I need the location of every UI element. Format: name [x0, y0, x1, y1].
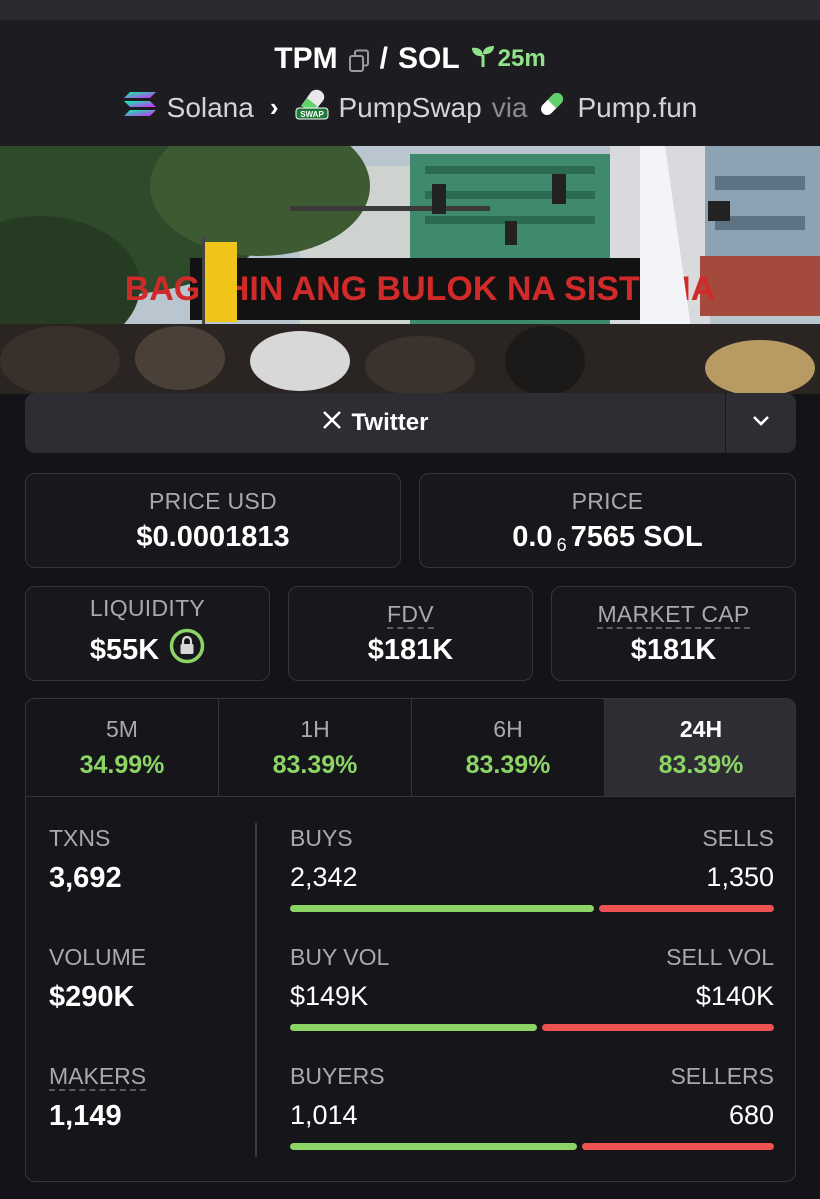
tab-5m[interactable]: 5M 34.99%: [26, 699, 219, 796]
quote-symbol: SOL: [397, 42, 460, 75]
twitter-label: Twitter: [351, 409, 429, 436]
txns-label: TXNS: [49, 825, 111, 851]
buys-label: BUYS: [290, 825, 353, 851]
sell-vol-value: $140K: [695, 981, 774, 1011]
buy-vol-value: $149K: [290, 981, 369, 1011]
sellers-label: SELLERS: [670, 1063, 774, 1089]
pair-header: TPM / SOL 25m Solana › SWAP PumpSwap via…: [0, 20, 820, 146]
tab-6h[interactable]: 6H 83.39%: [412, 699, 605, 796]
buyers-sellers-stat: BUYERS SELLERS 1,014 680: [290, 1063, 774, 1150]
market-cap-value: $181K: [630, 633, 717, 666]
price-native-prefix: 0.0: [512, 520, 553, 553]
liquidity-label: LIQUIDITY: [89, 595, 206, 621]
timeframe-stats-panel: 5M 34.99% 1H 83.39% 6H 83.39% 24H 83.39%…: [25, 698, 796, 1182]
buys-bar-fill: [290, 905, 594, 912]
tab-1h-label: 1H: [300, 715, 330, 742]
more-links-dropdown[interactable]: [726, 393, 796, 453]
price-usd-label: PRICE USD: [149, 487, 277, 514]
buyers-value: 1,014: [290, 1100, 358, 1130]
price-usd-value: $0.0001813: [136, 520, 290, 553]
chevron-down-icon: [751, 414, 771, 433]
volume-label: VOLUME: [49, 944, 147, 970]
pill-icon: [537, 89, 567, 126]
tab-24h-label: 24H: [679, 715, 723, 742]
fdv-card: FDV $181K: [288, 586, 533, 681]
sell-vol-bar-fill: [542, 1024, 774, 1031]
pair-title: TPM / SOL 25m: [0, 42, 820, 76]
makers-value: 1,149: [49, 1100, 122, 1132]
price-zero-count: 6: [556, 534, 567, 555]
tab-6h-label: 6H: [493, 715, 523, 742]
txns-stat: TXNS 3,692: [49, 825, 122, 895]
chevron-right-icon: ›: [269, 92, 279, 122]
tab-5m-change: 34.99%: [79, 750, 165, 779]
buy-vol-label: BUY VOL: [290, 944, 390, 970]
launchpad-link[interactable]: Pump.fun: [577, 92, 697, 124]
buys-value: 2,342: [290, 862, 358, 892]
liquidity-value-row: $55K: [90, 628, 205, 672]
chain-link[interactable]: Solana: [167, 92, 254, 124]
price-native-card: PRICE 0.0 6 7565 SOL: [419, 473, 796, 568]
x-logo-icon: [322, 409, 342, 437]
top-strip: [0, 0, 820, 20]
price-native-suffix: 7565 SOL: [570, 520, 703, 553]
sells-bar-fill: [599, 905, 774, 912]
volume-value: $290K: [49, 981, 135, 1013]
tab-6h-change: 83.39%: [465, 750, 551, 779]
buyers-label: BUYERS: [290, 1063, 385, 1089]
via-label: via: [491, 91, 528, 123]
fdv-value: $181K: [367, 633, 454, 666]
pair-age: 25m: [497, 45, 546, 72]
pair-age-badge: 25m: [470, 43, 546, 76]
socials-bar: Twitter: [25, 393, 796, 453]
market-cap-label[interactable]: MARKET CAP: [597, 600, 750, 629]
fdv-label[interactable]: FDV: [387, 600, 434, 629]
pair-separator: /: [379, 42, 388, 75]
buyers-bar-fill: [290, 1143, 577, 1150]
copy-icon[interactable]: [348, 47, 370, 72]
swap-badge-text: SWAP: [300, 110, 324, 119]
sellers-value: 680: [728, 1100, 774, 1130]
buys-sells-stat: BUYS SELLS 2,342 1,350: [290, 825, 774, 912]
dex-link[interactable]: PumpSwap: [339, 92, 482, 124]
liquidity-card: LIQUIDITY $55K: [25, 586, 270, 681]
sells-label: SELLS: [702, 825, 774, 851]
buys-sells-bar: [290, 905, 774, 912]
timeframe-tabs: 5M 34.99% 1H 83.39% 6H 83.39% 24H 83.39%: [26, 699, 795, 797]
price-native-value: 0.0 6 7565 SOL: [512, 520, 703, 555]
market-cap-card: MARKET CAP $181K: [551, 586, 796, 681]
twitter-button[interactable]: Twitter: [25, 393, 725, 453]
buy-sell-volume-bar: [290, 1024, 774, 1031]
tab-24h[interactable]: 24H 83.39%: [605, 699, 795, 796]
tab-5m-label: 5M: [106, 715, 138, 742]
price-usd-card: PRICE USD $0.0001813: [25, 473, 401, 568]
sell-vol-label: SELL VOL: [666, 944, 774, 970]
tab-1h[interactable]: 1H 83.39%: [219, 699, 412, 796]
liquidity-value: $55K: [89, 633, 160, 666]
base-symbol: TPM: [274, 42, 338, 75]
makers-label[interactable]: MAKERS: [49, 1063, 147, 1091]
token-banner-image: BAGUHIN ANG BULOK NA SISTEMA: [0, 146, 820, 394]
lock-icon[interactable]: [169, 628, 205, 672]
pair-breadcrumb: Solana › SWAP PumpSwap via Pump.fun: [0, 88, 820, 127]
makers-stat: MAKERS 1,149: [49, 1063, 147, 1133]
stats-divider: [255, 823, 257, 1157]
volume-stat: VOLUME $290K: [49, 944, 146, 1014]
buyers-sellers-bar: [290, 1143, 774, 1150]
tab-24h-change: 83.39%: [658, 750, 744, 779]
pumpswap-icon: SWAP: [295, 88, 329, 127]
buy-vol-bar-fill: [290, 1024, 537, 1031]
sells-value: 1,350: [706, 862, 774, 892]
price-native-label: PRICE: [571, 487, 644, 514]
trade-stats: TXNS 3,692 VOLUME $290K MAKERS 1,149 BUY…: [26, 797, 795, 1181]
buy-sell-volume-stat: BUY VOL SELL VOL $149K $140K: [290, 944, 774, 1031]
sellers-bar-fill: [582, 1143, 774, 1150]
txns-value: 3,692: [49, 862, 122, 894]
solana-icon: [123, 90, 157, 125]
tab-1h-change: 83.39%: [272, 750, 358, 779]
sprout-icon: [470, 43, 496, 76]
